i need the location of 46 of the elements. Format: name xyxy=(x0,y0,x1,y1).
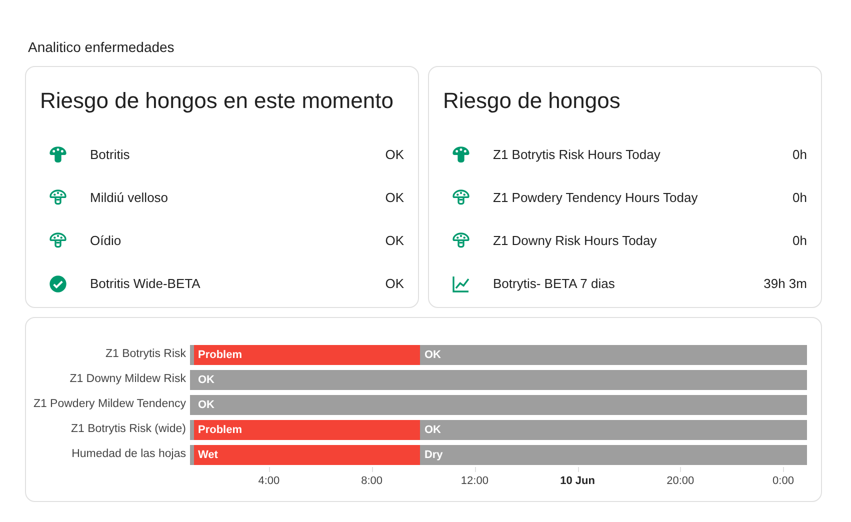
card-title: Riesgo de hongos xyxy=(443,87,622,115)
entity-state: 39h 3m xyxy=(764,274,807,293)
card-title: Riesgo de hongos en este momento xyxy=(40,87,394,115)
entity-name[interactable]: Z1 Botrytis Risk Hours Today xyxy=(493,144,793,164)
entity-state: 0h xyxy=(792,146,807,164)
axis-tick-label: 4:00 xyxy=(258,474,280,489)
check-circle-icon xyxy=(48,274,68,294)
timeline-label: Z1 Botrytis Risk xyxy=(104,347,187,362)
timeline-label: Z1 Powdery Mildew Tendency xyxy=(32,397,187,412)
mushroom-outline-icon xyxy=(48,188,68,208)
timeline-segment[interactable]: Problem xyxy=(194,420,420,440)
entity-name[interactable]: Botritis xyxy=(90,144,386,164)
timeline-label: Z1 Botrytis Risk (wide) xyxy=(70,422,187,438)
mushroom-icon xyxy=(451,144,471,164)
entity-name[interactable]: Botrytis- BETA 7 dias xyxy=(493,274,764,294)
timeline-segment[interactable] xyxy=(190,445,194,465)
entity-state: OK xyxy=(385,188,404,207)
timeline-segment[interactable] xyxy=(190,370,194,390)
axis-tick-label: 20:00 xyxy=(666,474,694,489)
entity-state: OK xyxy=(385,232,404,250)
section-title: Analitico enfermedades xyxy=(27,38,176,57)
timeline-segment[interactable] xyxy=(190,345,194,365)
axis-tick-label: 10 Jun xyxy=(560,474,595,489)
mushroom-icon xyxy=(48,144,68,164)
timeline-label: Z1 Downy Mildew Risk xyxy=(68,372,187,388)
axis-tick-label: 8:00 xyxy=(361,474,383,489)
entity-name[interactable]: Z1 Powdery Tendency Hours Today xyxy=(493,188,793,208)
timeline-segment[interactable] xyxy=(190,420,194,440)
entity-state: OK xyxy=(385,146,404,164)
entity-name[interactable]: Z1 Downy Risk Hours Today xyxy=(493,230,793,250)
entity-state: 0h xyxy=(792,232,807,250)
timeline-label: Humedad de las hojas xyxy=(70,447,187,462)
entity-name[interactable]: Oídio xyxy=(90,230,386,250)
axis-tick-label: 0:00 xyxy=(772,474,794,489)
entity-name[interactable]: Mildiú velloso xyxy=(90,188,386,208)
entity-state: 0h xyxy=(792,188,807,207)
mushroom-outline-icon xyxy=(48,230,68,250)
mushroom-outline-icon xyxy=(451,230,471,250)
mushroom-outline-icon xyxy=(451,188,471,208)
timeline-segment[interactable]: Problem xyxy=(194,345,420,365)
timeline-segment[interactable]: Wet xyxy=(194,445,420,465)
axis-tick-label: 12:00 xyxy=(460,474,488,489)
entity-name[interactable]: Botritis Wide-BETA xyxy=(90,274,386,294)
entity-state: OK xyxy=(385,274,404,293)
line-chart-icon xyxy=(451,274,471,294)
timeline-segment[interactable] xyxy=(190,395,194,415)
